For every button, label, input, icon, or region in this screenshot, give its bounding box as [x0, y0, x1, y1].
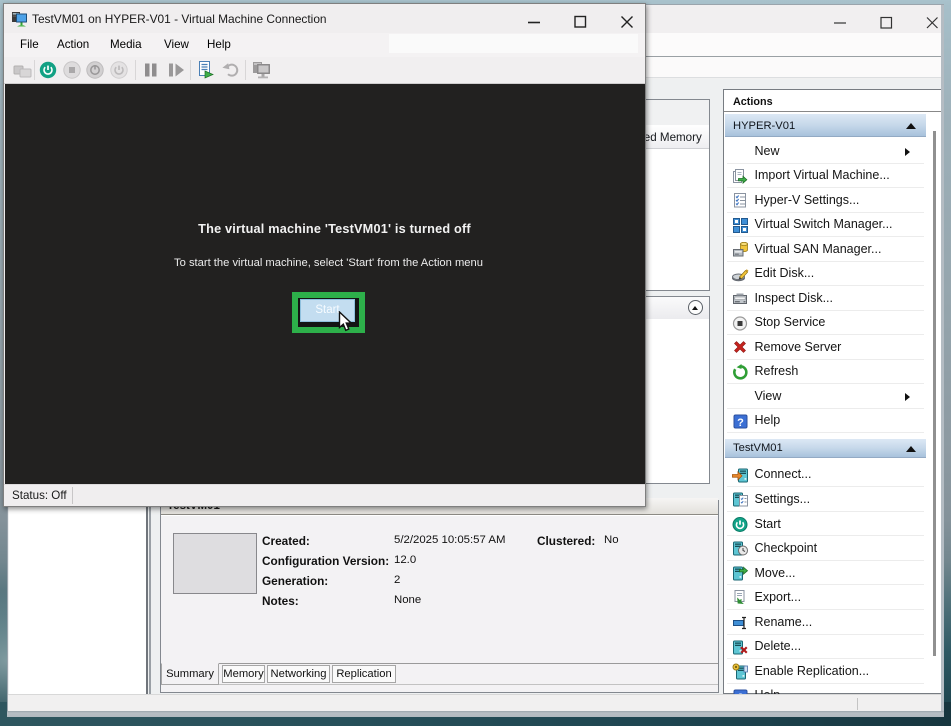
svg-text:?: ?	[737, 417, 744, 429]
